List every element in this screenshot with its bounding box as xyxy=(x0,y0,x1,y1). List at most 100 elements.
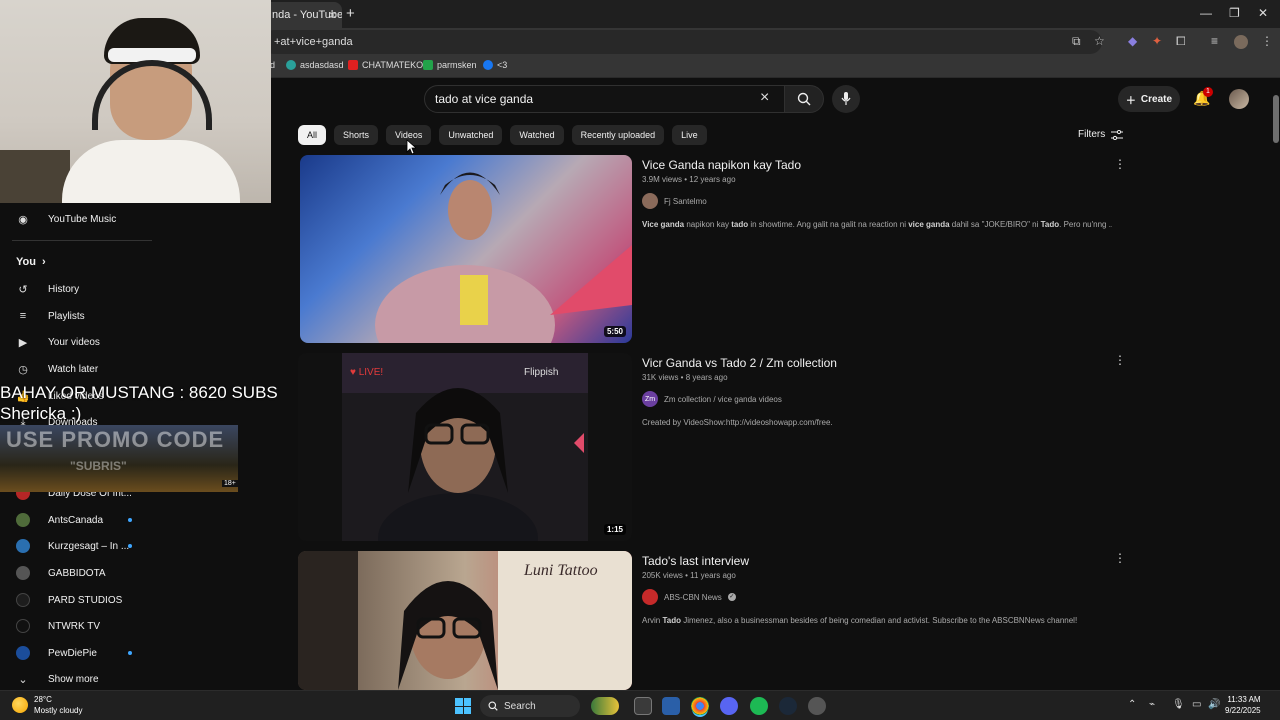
video-description: Created by VideoShow:http://videoshowapp… xyxy=(642,418,1112,427)
sidebar-item-label: YouTube Music xyxy=(48,214,117,225)
subscription-label: Kurzgesagt – In ... xyxy=(48,540,130,552)
extension-icon[interactable]: ◆ xyxy=(1128,34,1137,48)
cast-icon[interactable]: ⧉ xyxy=(1072,34,1081,49)
subscription-item[interactable]: Kurzgesagt – In ... xyxy=(16,539,129,553)
chip-shorts[interactable]: Shorts xyxy=(334,125,379,145)
discord-icon[interactable] xyxy=(720,697,738,715)
show-more-button[interactable]: ⌄ Show more xyxy=(16,673,98,686)
channel-avatar xyxy=(16,513,30,527)
filter-chips: All Shorts Videos Unwatched Watched Rece… xyxy=(298,125,707,145)
facebook-icon xyxy=(483,60,493,70)
sidebar-item-watch-later[interactable]: ◷ Watch later xyxy=(16,363,98,376)
more-options-icon[interactable]: ⋮ xyxy=(1114,157,1126,171)
video-thumbnail[interactable]: ♥ LIVE! Flippish 1:15 xyxy=(298,353,632,541)
chip-watched[interactable]: Watched xyxy=(510,125,564,145)
windows-start-icon[interactable] xyxy=(455,698,471,714)
channel-link[interactable]: Zm Zm collection / vice ganda videos xyxy=(642,391,782,407)
bookmark-item[interactable]: asdasdasd xyxy=(286,60,344,70)
create-label: Create xyxy=(1140,93,1173,105)
taskbar-search[interactable]: Search xyxy=(480,695,580,717)
video-title[interactable]: Vicr Ganda vs Tado 2 / Zm collection xyxy=(642,356,837,370)
tray-chevron-up-icon[interactable]: ⌃ xyxy=(1128,699,1136,710)
bookmark-item[interactable]: <3 xyxy=(483,60,507,70)
subscription-label: PewDiePie xyxy=(48,647,97,659)
extensions-puzzle-icon[interactable]: ⧠ xyxy=(1176,34,1186,49)
subscription-item[interactable]: NTWRK TV xyxy=(16,619,100,633)
video-title[interactable]: Vice Ganda napikon kay Tado xyxy=(642,158,801,172)
spotify-icon[interactable] xyxy=(750,697,768,715)
taskbar-clock[interactable]: 11:33 AM 9/22/2025 xyxy=(1225,694,1261,716)
sidebar-divider xyxy=(12,240,152,241)
clear-search-icon[interactable]: × xyxy=(760,89,769,107)
sidebar-item-your-videos[interactable]: ▶ Your videos xyxy=(16,336,100,349)
address-bar[interactable]: +at+vice+ganda xyxy=(262,30,1102,54)
network-icon[interactable]: ⌁ xyxy=(1149,699,1155,710)
app-icon[interactable] xyxy=(808,697,826,715)
taskbar-search-label: Search xyxy=(504,700,536,712)
channel-avatar xyxy=(16,539,30,553)
sidebar-section-you[interactable]: You › xyxy=(16,256,46,268)
volume-icon[interactable]: 🔊 xyxy=(1208,699,1220,710)
display-icon[interactable]: ▭ xyxy=(1192,699,1201,710)
widgets-icon[interactable] xyxy=(591,697,619,715)
bookmark-label: CHATMATEKO xyxy=(362,60,424,70)
reading-list-icon[interactable]: ≡ xyxy=(1211,34,1218,48)
weather-widget[interactable]: 28°C Mostly cloudy xyxy=(12,694,82,716)
sidebar-item-history[interactable]: ↺ History xyxy=(16,283,79,296)
browser-menu-icon[interactable]: ⋮ xyxy=(1261,34,1273,48)
window-close-icon[interactable]: ✕ xyxy=(1258,6,1268,20)
search-input[interactable]: tado at vice ganda xyxy=(424,85,786,113)
restore-icon[interactable]: ❐ xyxy=(1229,6,1240,20)
create-button[interactable]: ＋ Create xyxy=(1118,86,1180,112)
new-tab-icon[interactable]: + xyxy=(346,5,355,22)
chip-all[interactable]: All xyxy=(298,125,327,145)
microphone-icon[interactable]: 🎙 xyxy=(1172,699,1185,710)
desc-fragment: Created by VideoShow:http://videoshowapp… xyxy=(642,418,833,427)
subscription-item[interactable]: PARD STUDIOS xyxy=(16,593,122,607)
new-content-dot xyxy=(128,651,132,655)
youtube-music-icon: ◉ xyxy=(18,214,28,226)
store-icon[interactable] xyxy=(662,697,680,715)
voice-search-button[interactable] xyxy=(832,85,860,113)
search-button[interactable] xyxy=(784,85,824,113)
minimize-icon[interactable]: — xyxy=(1200,6,1212,20)
filters-label: Filters xyxy=(1078,129,1106,140)
promo-title: USE PROMO CODE xyxy=(6,427,225,452)
video-thumbnail[interactable]: 5:50 xyxy=(300,155,632,343)
subscription-item[interactable]: AntsCanada xyxy=(16,513,103,527)
sidebar-item-youtube-music[interactable]: ◉ YouTube Music xyxy=(16,213,116,226)
account-avatar[interactable] xyxy=(1229,89,1249,109)
browser-tab[interactable]: nda - YouTube × xyxy=(262,2,342,28)
chip-live[interactable]: Live xyxy=(672,125,707,145)
video-thumbnail[interactable]: Luni Tattoo xyxy=(298,551,632,690)
tab-close-icon[interactable]: × xyxy=(329,8,336,22)
chip-unwatched[interactable]: Unwatched xyxy=(439,125,503,145)
task-view-icon[interactable] xyxy=(634,697,652,715)
subscription-item[interactable]: PewDiePie xyxy=(16,646,97,660)
bookmark-item[interactable]: parmsken xyxy=(423,60,477,70)
channel-link[interactable]: ABS-CBN News ✓ xyxy=(642,589,736,605)
video-duration: 1:15 xyxy=(603,524,626,535)
profile-avatar-icon[interactable] xyxy=(1234,35,1248,49)
bookmark-item[interactable]: CHATMATEKO xyxy=(348,60,423,70)
desc-fragment: dahil sa "JOKE/BIRO" ni xyxy=(949,220,1041,229)
more-options-icon[interactable]: ⋮ xyxy=(1114,353,1126,367)
page-scrollbar[interactable] xyxy=(1272,79,1280,690)
sidebar-item-playlists[interactable]: ≡ Playlists xyxy=(16,310,85,322)
channel-link[interactable]: Fj Santelmo xyxy=(642,193,707,209)
filters-button[interactable]: Filters xyxy=(1078,129,1124,140)
chip-recently-uploaded[interactable]: Recently uploaded xyxy=(571,125,665,145)
scrollbar-thumb[interactable] xyxy=(1273,95,1279,143)
video-description: Vice ganda napikon kay tado in showtime.… xyxy=(642,220,1112,229)
video-title[interactable]: Tado's last interview xyxy=(642,554,749,568)
extension-icon[interactable]: ✦ xyxy=(1152,34,1162,48)
globe-icon xyxy=(286,60,296,70)
channel-avatar xyxy=(642,193,658,209)
more-options-icon[interactable]: ⋮ xyxy=(1114,551,1126,565)
windows-taskbar: 28°C Mostly cloudy Search ⌃ ⌁ 🎙 ▭ 🔊 11:3… xyxy=(0,690,1280,720)
chrome-icon[interactable] xyxy=(691,697,709,715)
steam-icon[interactable] xyxy=(779,697,797,715)
desc-fragment: . Pero nu'nng ... xyxy=(1059,220,1112,229)
subscription-item[interactable]: GABBIDOTA xyxy=(16,566,106,580)
bookmark-star-icon[interactable]: ☆ xyxy=(1094,34,1105,48)
